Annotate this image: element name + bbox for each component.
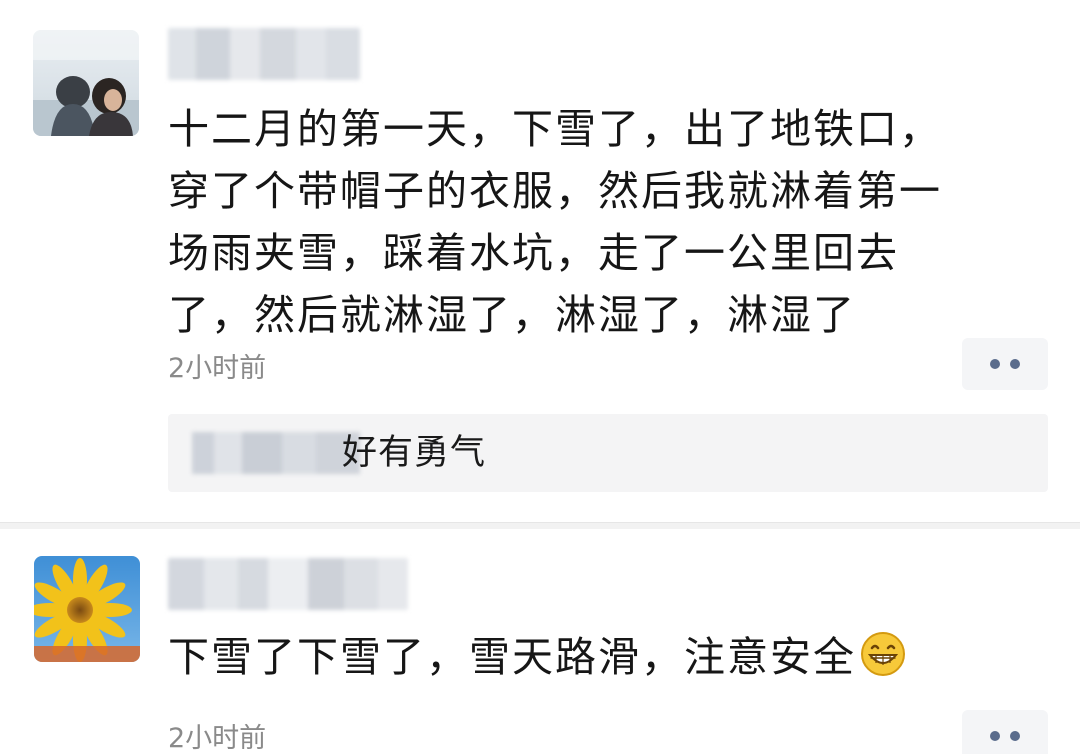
avatar[interactable] bbox=[34, 556, 140, 662]
username-blurred[interactable] bbox=[168, 558, 408, 610]
post-text: 下雪了下雪了，雪天路滑，注意安全 bbox=[168, 626, 1048, 688]
avatar-photo bbox=[34, 556, 140, 662]
avatar-photo bbox=[33, 30, 139, 136]
commenter-name-blurred[interactable] bbox=[192, 432, 360, 474]
avatar[interactable] bbox=[33, 30, 139, 136]
comment-text: 好有勇气 bbox=[342, 433, 487, 473]
comment-panel: 好有勇气 bbox=[168, 414, 1048, 492]
moment-post: 十二月的第一天，下雪了，出了地铁口， 穿了个带帽子的衣服，然后我就淋着第一 场雨… bbox=[0, 0, 1080, 522]
post-text-body: 下雪了下雪了，雪天路滑，注意安全 bbox=[168, 633, 856, 681]
more-dots-icon[interactable] bbox=[962, 710, 1048, 754]
dot bbox=[990, 359, 1000, 369]
dot bbox=[1010, 359, 1020, 369]
more-dots-icon[interactable] bbox=[962, 338, 1048, 390]
dot bbox=[1010, 731, 1020, 741]
post-timestamp: 2小时前 bbox=[168, 723, 267, 754]
moments-feed: 十二月的第一天，下雪了，出了地铁口， 穿了个带帽子的衣服，然后我就淋着第一 场雨… bbox=[0, 0, 1080, 754]
post-text: 十二月的第一天，下雪了，出了地铁口， 穿了个带帽子的衣服，然后我就淋着第一 场雨… bbox=[168, 105, 942, 339]
post-timestamp: 2小时前 bbox=[168, 353, 267, 384]
dot bbox=[990, 731, 1000, 741]
username-blurred[interactable] bbox=[168, 28, 360, 80]
grinning-face-icon bbox=[861, 632, 905, 676]
moment-post: 下雪了下雪了，雪天路滑，注意安全 2小时前 bbox=[0, 528, 1080, 754]
